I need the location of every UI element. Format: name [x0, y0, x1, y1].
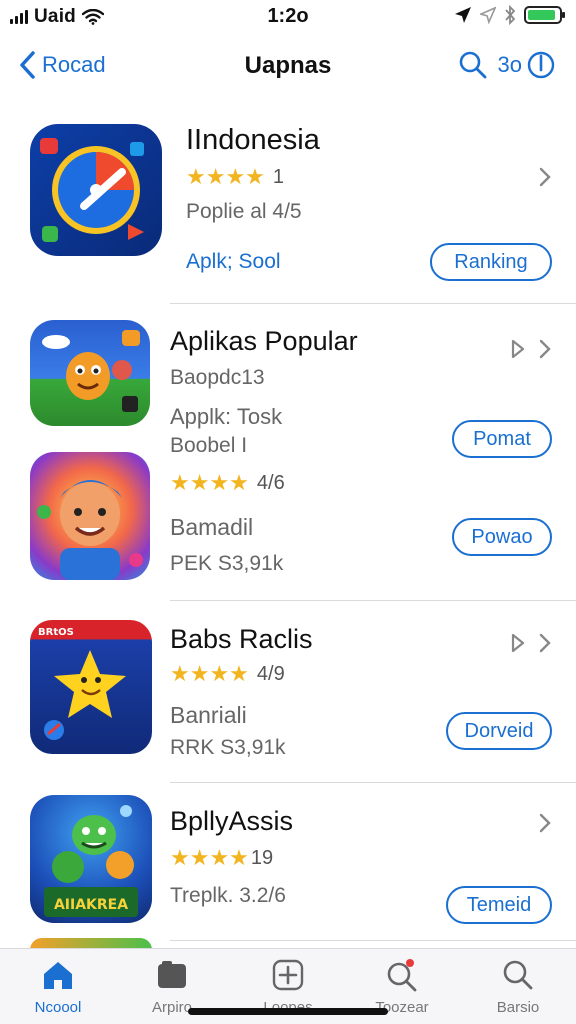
monsters-icon: AIIAKREA: [44, 805, 138, 917]
star-icons: ★★★★: [170, 470, 249, 495]
rating-value: 1: [272, 165, 285, 188]
app-subtitle: Poplie al 4/5: [186, 200, 302, 223]
character-icon: [37, 480, 143, 580]
battery-icon: [524, 6, 565, 24]
rating-stars: ★★★★ 4/6: [170, 470, 285, 496]
tab-label: Barsio: [496, 999, 540, 1016]
home-icon: [44, 962, 72, 989]
search-icon[interactable]: [458, 50, 488, 80]
app-line: Treplk. 3.2/6: [170, 884, 286, 907]
app-line: Boobel I: [170, 434, 248, 457]
rating-stars: ★★★★ 1: [186, 164, 284, 190]
app-title[interactable]: IIndonesia: [186, 124, 320, 157]
compass-icon: [40, 138, 144, 242]
app-title[interactable]: Babs Raclis: [170, 624, 313, 655]
rating-value: 4/9: [256, 662, 285, 685]
icon-caption: AIIAKREA: [54, 897, 128, 913]
powao-button[interactable]: Powao: [452, 518, 552, 556]
download-circle-icon[interactable]: [526, 50, 556, 80]
app-icon-star-fox[interactable]: BRtOS: [30, 620, 152, 754]
star-icons: ★★★★: [186, 164, 265, 189]
chevron-right-icon[interactable]: [538, 338, 552, 360]
nav-count[interactable]: 3o: [498, 52, 522, 78]
app-link[interactable]: Aplk; Sool: [186, 250, 281, 274]
chevron-right-icon[interactable]: [538, 812, 552, 834]
location-outline-icon: [480, 6, 496, 24]
play-icon[interactable]: [510, 338, 526, 360]
search-icon: [503, 960, 533, 990]
tab-label: Ncoool: [34, 999, 82, 1016]
app-line: RRK S3,91k: [170, 736, 286, 759]
app-icon-character[interactable]: [30, 452, 150, 580]
divider: [170, 303, 576, 304]
folder-icon: [158, 961, 186, 988]
nav-actions: 3o: [458, 50, 556, 80]
play-icon[interactable]: [510, 632, 526, 654]
bluetooth-icon: [505, 5, 516, 25]
status-bar: Uaid 1:2o: [0, 0, 576, 34]
divider: [170, 600, 576, 601]
plus-icon: [272, 959, 304, 991]
star-icons: ★★★★: [170, 845, 249, 870]
chevron-right-icon[interactable]: [538, 632, 552, 654]
tab-barsio[interactable]: Barsio: [468, 957, 568, 1016]
temeid-button[interactable]: Temeid: [446, 886, 552, 924]
app-line: Bamadil: [170, 514, 254, 540]
app-title[interactable]: BpllyAssis: [170, 806, 293, 837]
ranking-button[interactable]: Ranking: [430, 243, 552, 281]
location-icon: [455, 7, 471, 23]
app-line: Applk: Tosk: [170, 404, 283, 429]
star-icons: ★★★★: [170, 661, 249, 686]
dorveid-button[interactable]: Dorveid: [446, 712, 552, 750]
search-badge-icon: [387, 959, 417, 992]
app-icon-monster[interactable]: [30, 320, 150, 426]
star-fox-icon: BRtOS: [38, 627, 126, 740]
navigation-bar: Rocad Uapnas 3o: [0, 40, 576, 92]
rating-stars: ★★★★ 4/9: [170, 661, 285, 687]
rating-value: 4/6: [256, 471, 285, 494]
divider: [170, 940, 576, 941]
app-line: PEK S3,91k: [170, 552, 284, 575]
rating-stars: ★★★★ 19: [170, 845, 273, 871]
app-title[interactable]: Aplikas Popular: [170, 326, 358, 357]
status-right: [454, 5, 565, 25]
chevron-right-icon[interactable]: [538, 166, 552, 188]
svg-text:BRtOS: BRtOS: [38, 627, 74, 638]
divider: [170, 782, 576, 783]
monster-icon: [42, 330, 140, 412]
home-indicator[interactable]: [188, 1008, 388, 1015]
tab-home[interactable]: Ncoool: [8, 957, 108, 1016]
app-line: Baopdc13: [170, 366, 265, 389]
app-icon-compass[interactable]: [30, 124, 162, 256]
app-line: Banriali: [170, 702, 247, 728]
pomat-button[interactable]: Pomat: [452, 420, 552, 458]
rating-value: 19: [250, 846, 274, 869]
app-icon-monsters[interactable]: AIIAKREA: [30, 795, 152, 923]
